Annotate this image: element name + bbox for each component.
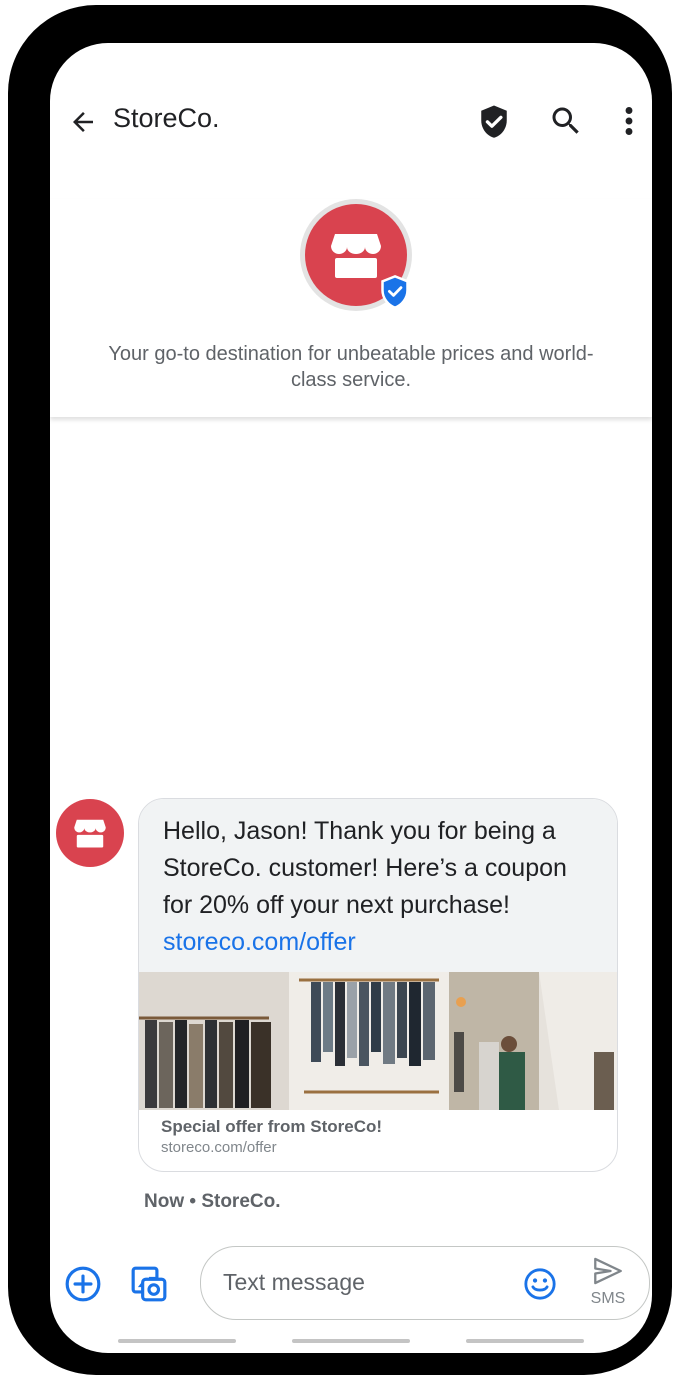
send-label: SMS <box>590 1290 626 1307</box>
more-options-button[interactable] <box>616 103 642 139</box>
business-info-header: Your go-to destination for unbeatable pr… <box>50 199 652 417</box>
card-footer: Special offer from StoreCo! storeco.com/… <box>139 1110 617 1158</box>
storefront-icon <box>74 819 106 848</box>
nav-bar-segment-center <box>292 1339 410 1343</box>
card-url: storeco.com/offer <box>161 1139 277 1156</box>
back-button[interactable] <box>66 105 100 139</box>
verified-shield-icon <box>481 105 507 138</box>
top-app-bar: StoreCo. <box>50 43 652 199</box>
verified-shield-button[interactable] <box>476 103 512 141</box>
message-timestamp: Now • StoreCo. <box>144 1191 281 1212</box>
send-sms-button[interactable]: SMS <box>583 1257 633 1313</box>
nav-bar-segment-right <box>466 1339 584 1343</box>
emoji-icon <box>524 1268 556 1300</box>
screen: StoreCo. Your go-to destination for unbe… <box>50 43 652 1353</box>
compose-box: SMS <box>200 1246 650 1320</box>
add-circle-icon <box>65 1266 101 1302</box>
storefront-icon <box>331 234 381 278</box>
arrow-back-icon <box>73 112 93 132</box>
more-vert-icon <box>625 107 633 135</box>
conversation-title: StoreCo. <box>113 103 220 133</box>
send-icon <box>594 1257 622 1285</box>
message-body: Hello, Jason! Thank you for being a Stor… <box>163 817 567 919</box>
rich-message-card[interactable]: Hello, Jason! Thank you for being a Stor… <box>138 798 618 1172</box>
verified-badge-icon <box>381 275 409 309</box>
emoji-button[interactable] <box>523 1267 557 1301</box>
add-attachment-button[interactable] <box>64 1265 102 1303</box>
nav-bar-segment-left <box>118 1339 236 1343</box>
offer-link[interactable]: storeco.com/offer <box>163 928 356 956</box>
phone-frame: StoreCo. Your go-to destination for unbe… <box>8 5 672 1375</box>
card-title: Special offer from StoreCo! <box>161 1117 383 1136</box>
sender-avatar[interactable] <box>56 799 124 867</box>
message-input[interactable] <box>223 1265 513 1299</box>
clothing-rack-image <box>139 972 617 1110</box>
store-photo[interactable] <box>139 972 617 1110</box>
search-button[interactable] <box>548 103 584 139</box>
business-tagline: Your go-to destination for unbeatable pr… <box>108 343 594 391</box>
search-icon <box>552 107 579 134</box>
gallery-icon <box>131 1266 167 1302</box>
message-text: Hello, Jason! Thank you for being a Stor… <box>139 799 617 972</box>
gallery-button[interactable] <box>130 1265 168 1303</box>
